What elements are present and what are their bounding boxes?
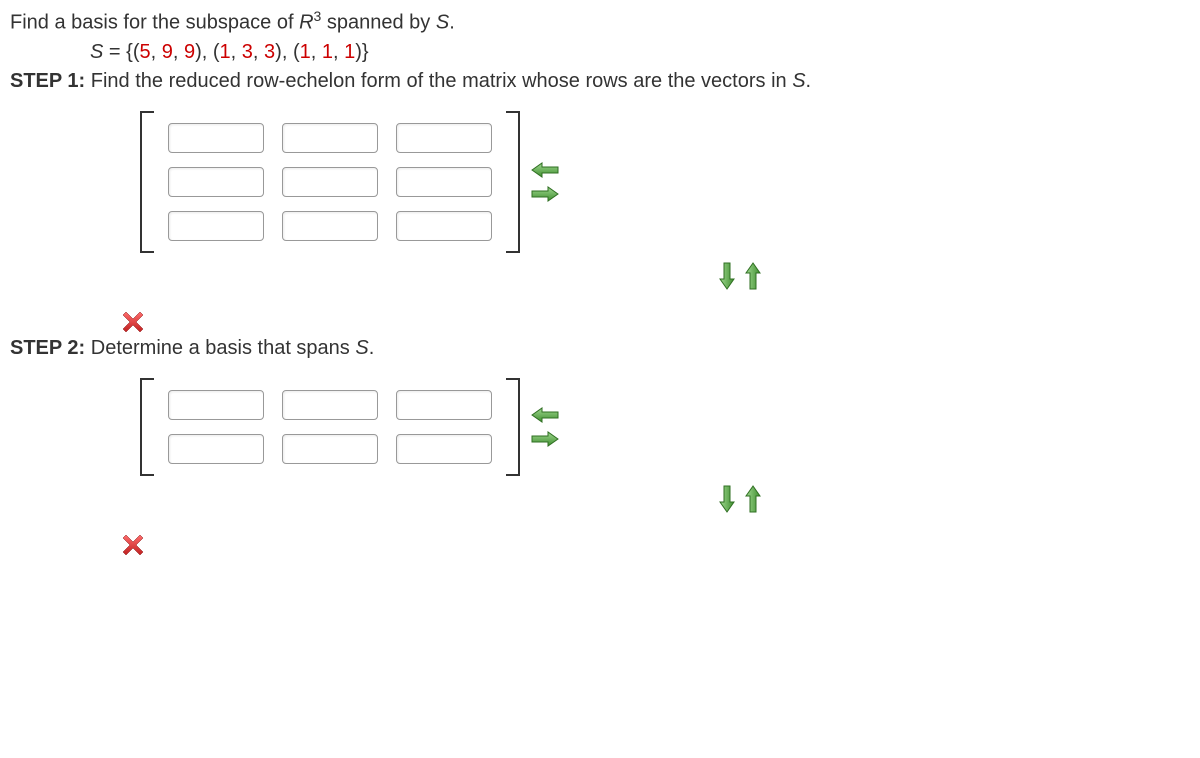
c5: , [311, 41, 322, 63]
c1: , [151, 41, 162, 63]
matrix-step2 [140, 378, 1190, 476]
row-resize-controls [140, 261, 1190, 291]
step1-line: STEP 1: Find the reduced row-echelon for… [10, 70, 1190, 93]
v1a: 5 [139, 41, 150, 63]
v2c: 3 [264, 41, 275, 63]
add-column-button[interactable] [530, 185, 560, 203]
step1-period: . [806, 70, 812, 92]
remove-column-button-2[interactable] [530, 406, 560, 424]
question-text: Find a basis for the subspace of R3 span… [10, 8, 1190, 35]
m1-r3c3-input[interactable] [396, 211, 492, 241]
m1-r2c3-input[interactable] [396, 167, 492, 197]
add-column-button-2[interactable] [530, 430, 560, 448]
step2-text: Determine a basis that spans [85, 337, 355, 359]
matrix-step2-grid [164, 378, 496, 476]
incorrect-mark-step1 [120, 309, 1190, 335]
m1-r2c2-input[interactable] [282, 167, 378, 197]
symbol-S: S [436, 12, 449, 34]
c4: , [253, 41, 264, 63]
v3b: 1 [322, 41, 333, 63]
sep1: ), ( [195, 41, 219, 63]
set-close: )} [355, 41, 368, 63]
remove-row-button-2[interactable] [744, 484, 762, 514]
matrix-step1 [140, 111, 1190, 253]
col-resize-controls-2 [530, 406, 560, 448]
set-open: {( [126, 41, 139, 63]
m1-r3c1-input[interactable] [168, 211, 264, 241]
m2-r1c2-input[interactable] [282, 390, 378, 420]
m2-r2c1-input[interactable] [168, 434, 264, 464]
v3c: 1 [344, 41, 355, 63]
m2-r1c1-input[interactable] [168, 390, 264, 420]
m1-r3c2-input[interactable] [282, 211, 378, 241]
m1-r1c3-input[interactable] [396, 123, 492, 153]
step1-S: S [792, 70, 805, 92]
bracket-right-icon [506, 111, 520, 253]
row-resize-controls-2 [140, 484, 1190, 514]
sep2: ), ( [275, 41, 299, 63]
step1-label: STEP 1: [10, 70, 85, 92]
bracket-left-icon-2 [140, 378, 154, 476]
remove-column-button[interactable] [530, 161, 560, 179]
m1-r2c1-input[interactable] [168, 167, 264, 197]
bracket-right-icon-2 [506, 378, 520, 476]
m2-r1c3-input[interactable] [396, 390, 492, 420]
c3: , [231, 41, 242, 63]
step2-line: STEP 2: Determine a basis that spans S. [10, 337, 1190, 360]
v2a: 1 [220, 41, 231, 63]
matrix-step1-grid [164, 111, 496, 253]
incorrect-mark-step2 [120, 532, 1190, 558]
set-definition: S = {(5, 9, 9), (1, 3, 3), (1, 1, 1)} [90, 41, 1190, 64]
question-mid: spanned by [321, 12, 436, 34]
question-pre: Find a basis for the subspace of [10, 12, 299, 34]
step2-S: S [355, 337, 368, 359]
v2b: 3 [242, 41, 253, 63]
set-S: S [90, 41, 103, 63]
m1-r1c1-input[interactable] [168, 123, 264, 153]
step2-label: STEP 2: [10, 337, 85, 359]
question-period: . [449, 12, 455, 34]
add-row-button-2[interactable] [718, 484, 736, 514]
bracket-left-icon [140, 111, 154, 253]
step2-period: . [369, 337, 375, 359]
m1-r1c2-input[interactable] [282, 123, 378, 153]
v1c: 9 [184, 41, 195, 63]
symbol-R: R [299, 12, 313, 34]
step1-text: Find the reduced row-echelon form of the… [85, 70, 792, 92]
m2-r2c3-input[interactable] [396, 434, 492, 464]
set-eq: = [103, 41, 126, 63]
c6: , [333, 41, 344, 63]
m2-r2c2-input[interactable] [282, 434, 378, 464]
v1b: 9 [162, 41, 173, 63]
add-row-button[interactable] [718, 261, 736, 291]
col-resize-controls [530, 161, 560, 203]
v3a: 1 [300, 41, 311, 63]
remove-row-button[interactable] [744, 261, 762, 291]
c2: , [173, 41, 184, 63]
